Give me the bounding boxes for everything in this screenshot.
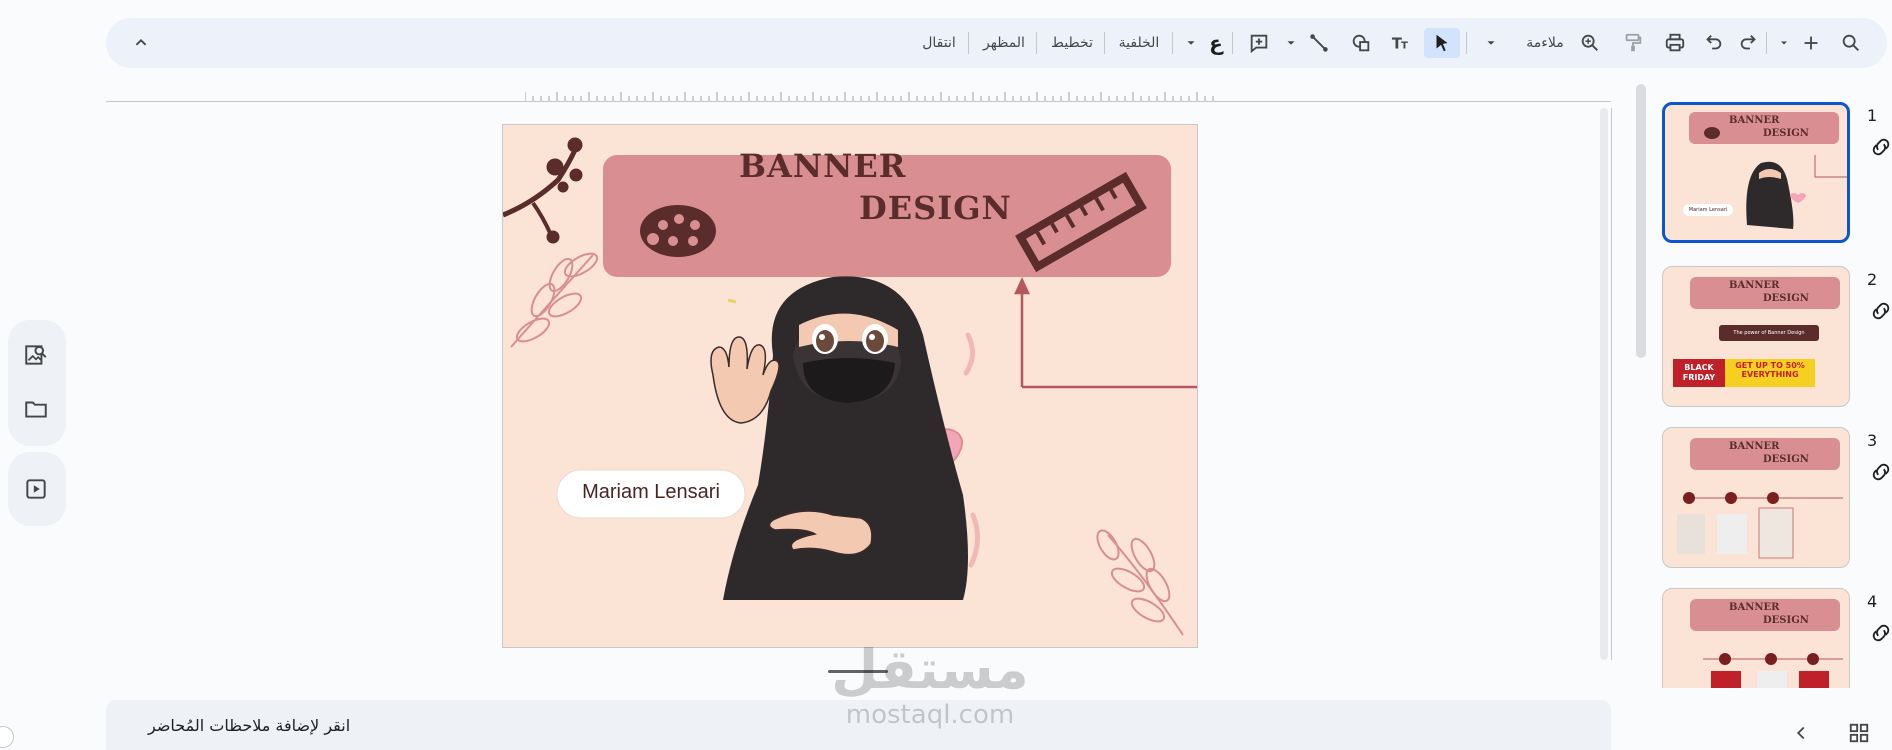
divider [1766, 32, 1767, 54]
slide-number-2: 2 [1867, 270, 1878, 289]
ruler-ticks [525, 92, 1214, 101]
undo-icon[interactable] [1700, 28, 1726, 58]
banner-title-line2[interactable]: DESIGN [859, 189, 1012, 227]
slide-number-3: 3 [1867, 431, 1878, 450]
side-panel-group [8, 320, 66, 446]
slide-thumbnail-1[interactable]: BANNER DESIGN Mariam Lensari [1662, 102, 1850, 243]
divider [1036, 32, 1037, 54]
watermark-arabic: مستقل [831, 638, 1029, 701]
folder-icon[interactable] [23, 396, 49, 422]
zoom-dropdown-icon[interactable] [1476, 28, 1506, 58]
transition-button[interactable]: انتقال [914, 28, 964, 58]
paint-format-icon[interactable] [1620, 28, 1646, 58]
speaker-notes-placeholder[interactable]: انقر لإضافة ملاحظات المُحاضر [148, 716, 350, 735]
thumb-title-line1: BANNER [1729, 280, 1780, 291]
banner-title-line1[interactable]: BANNER [739, 147, 906, 185]
add-comment-icon[interactable] [1244, 28, 1274, 58]
divider [1104, 32, 1105, 54]
shape-icon[interactable] [1346, 28, 1376, 58]
divider [1232, 32, 1233, 54]
flower-branch-decoration [503, 137, 583, 244]
chevron-up-icon[interactable] [126, 28, 156, 58]
palette-icon [640, 205, 716, 257]
corner-handle[interactable] [0, 726, 14, 748]
thumb-name-pill: Mariam Lensari [1683, 204, 1733, 216]
divider [1172, 32, 1173, 54]
slide-artwork [503, 137, 1197, 636]
link-icon[interactable] [1870, 300, 1892, 322]
thumb-title-line2: DESIGN [1763, 293, 1809, 304]
input-tools-button[interactable]: ع [1204, 28, 1228, 58]
image-search-icon[interactable] [23, 342, 49, 368]
background-button[interactable]: الخلفية [1112, 28, 1166, 58]
svg-text:T: T [1401, 41, 1408, 52]
link-icon[interactable] [1870, 461, 1892, 483]
divider [968, 32, 969, 54]
slide-thumbnail-3[interactable]: BANNER DESIGN [1662, 427, 1850, 568]
slide-number-1: 1 [1867, 106, 1878, 125]
plus-icon[interactable] [1798, 28, 1824, 58]
slide-thumbnail-4[interactable]: BANNER DESIGN [1662, 588, 1850, 688]
slide-number-4: 4 [1867, 592, 1878, 611]
zoom-icon[interactable] [1576, 28, 1604, 58]
thumb-promo-right: GET UP TO 50% EVERYTHING [1725, 359, 1815, 387]
input-tools-dropdown-icon[interactable] [1182, 28, 1200, 58]
theme-button[interactable]: المظهر [976, 28, 1032, 58]
slide-canvas[interactable]: BANNER DESIGN Mariam Lensari [502, 124, 1198, 648]
presenter-name[interactable]: Mariam Lensari [557, 481, 745, 504]
grid-view-icon[interactable] [1848, 722, 1870, 744]
redo-icon[interactable] [1736, 28, 1762, 58]
filmstrip: BANNER DESIGN Mariam Lensari 1 BANNER DE… [1620, 82, 1892, 688]
vertical-scrollbar[interactable] [1600, 108, 1608, 660]
line-icon[interactable] [1304, 28, 1334, 58]
thumb-caption: The power of Banner Design [1719, 325, 1819, 341]
vertical-divider [1611, 108, 1612, 660]
link-icon[interactable] [1870, 622, 1892, 644]
leaf-decoration [510, 252, 599, 348]
toolbar: ملاءمة TT ع الخلفية تخطيط المظهر انتقال [106, 18, 1887, 68]
slideshow-icon[interactable] [23, 476, 49, 502]
character-illustration [710, 276, 968, 600]
watermark-latin: mostaql.com [845, 700, 1015, 730]
divider [1466, 32, 1467, 54]
connector-arrow [1014, 277, 1197, 389]
print-icon[interactable] [1661, 28, 1689, 58]
slide-thumbnail-2[interactable]: BANNER DESIGN The power of Banner Design… [1662, 266, 1850, 407]
side-panel [8, 320, 66, 526]
watermark: مستقل mostaql.com [790, 640, 1070, 740]
leaf-decoration [1096, 529, 1184, 636]
layout-button[interactable]: تخطيط [1044, 28, 1100, 58]
thumb-artwork [1703, 653, 1843, 688]
cursor-icon[interactable] [1424, 28, 1460, 58]
side-panel-group [8, 452, 66, 526]
zoom-fit-label[interactable]: ملاءمة [1518, 28, 1572, 58]
line-dropdown-icon[interactable] [1282, 28, 1300, 58]
thumb-artwork [1677, 492, 1843, 559]
link-icon[interactable] [1870, 136, 1892, 158]
new-slide-dropdown-icon[interactable] [1776, 28, 1792, 58]
search-icon[interactable] [1836, 28, 1866, 58]
thumb-artwork [1704, 127, 1847, 229]
chevron-left-icon[interactable] [1790, 722, 1812, 744]
text-box-icon[interactable]: TT [1386, 28, 1416, 58]
thumb-promo-left: BLACK FRIDAY [1673, 359, 1725, 387]
horizontal-ruler [106, 101, 1611, 102]
